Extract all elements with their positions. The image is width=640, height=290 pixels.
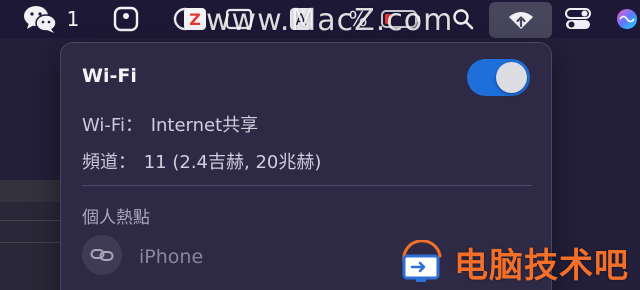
- wechat-icon[interactable]: [20, 0, 60, 38]
- wifi-channel-row: 頻道： 11 (2.4吉赫, 20兆赫): [82, 148, 321, 174]
- wifi-network-row: Wi-Fi： Internet共享: [82, 111, 258, 137]
- monitor-logo-icon: [402, 240, 442, 282]
- wifi-network-value: Internet共享: [150, 115, 259, 136]
- wifi-channel-label: 頻道：: [82, 152, 136, 173]
- wechat-badge-count: 1: [66, 7, 80, 31]
- svg-text:Z: Z: [189, 10, 201, 29]
- personal-hotspot-heading: 個人熱點: [82, 208, 150, 228]
- square-app-icon[interactable]: [111, 0, 141, 38]
- wifi-channel-value: 11 (2.4吉赫, 20兆赫): [143, 152, 322, 173]
- hotspot-device-iphone[interactable]: iPhone: [139, 246, 203, 268]
- section-divider: [82, 185, 532, 186]
- z-app-icon[interactable]: Z: [182, 0, 208, 38]
- siri-icon[interactable]: [614, 0, 640, 38]
- control-center-icon[interactable]: [563, 0, 593, 38]
- wifi-toggle[interactable]: [467, 59, 530, 96]
- watermark-top: www.MacZ.com: [206, 3, 454, 38]
- watermark-bottom: 电脑技术吧: [398, 238, 629, 286]
- wifi-hotspot-icon[interactable]: [489, 2, 552, 38]
- wifi-network-label: Wi-Fi：: [82, 115, 143, 136]
- wifi-toggle-knob: [496, 62, 527, 93]
- link-icon[interactable]: [82, 235, 122, 275]
- watermark-bottom-text: 电脑技术吧: [454, 245, 629, 286]
- wifi-title: Wi-Fi: [82, 65, 137, 87]
